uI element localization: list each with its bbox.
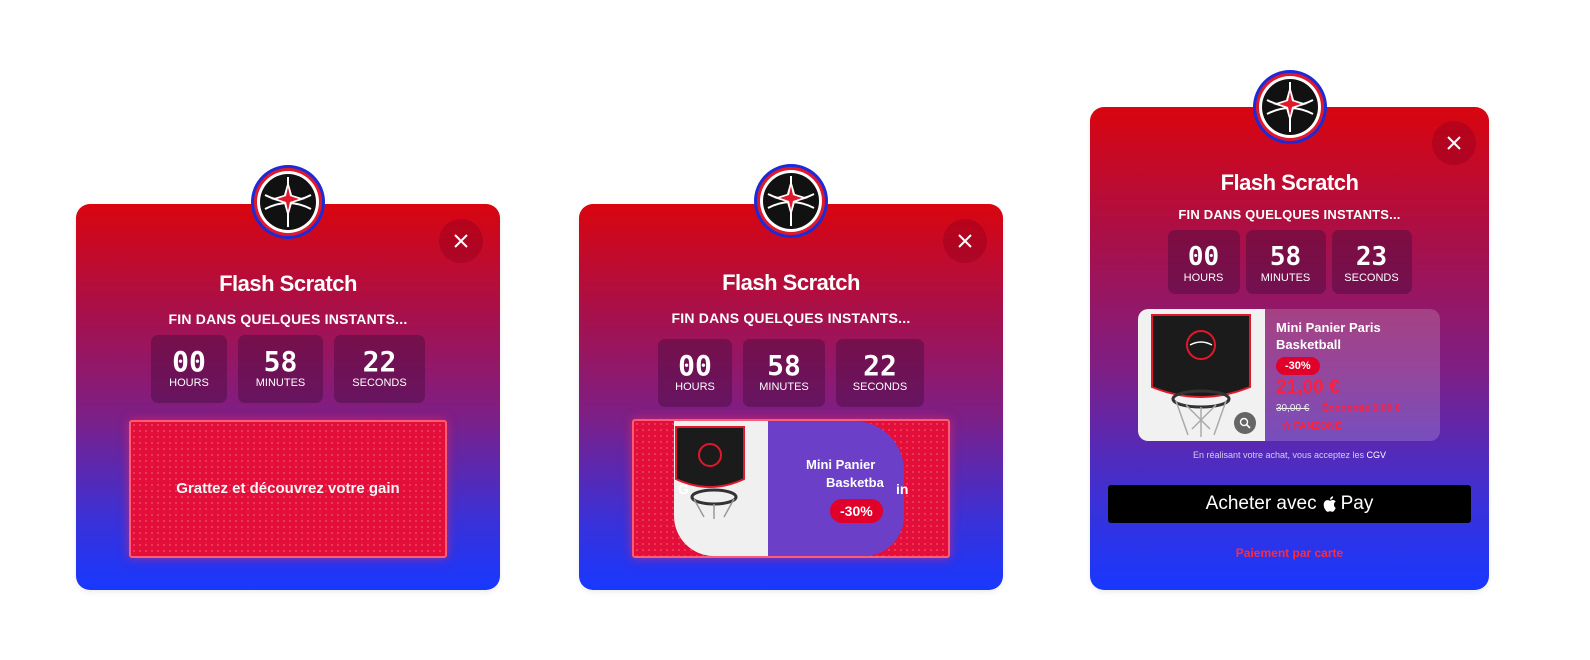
pay-button-label: Acheter avec — [1205, 493, 1317, 514]
discount-badge: -30% — [1276, 357, 1320, 375]
tag-icon: ☆ — [1282, 421, 1294, 432]
timer-seconds-value: 22 — [362, 345, 397, 378]
timer-hours: 00 HOURS — [151, 335, 227, 403]
revealed-product-name-1: Mini Panier — [806, 457, 876, 472]
product-old-price: 30,00 € — [1276, 403, 1310, 414]
close-icon — [454, 234, 468, 248]
apple-pay-button[interactable]: Acheter avec Pay — [1108, 485, 1471, 523]
timer-hours-value: 00 — [1187, 242, 1220, 272]
close-button[interactable] — [1432, 121, 1476, 165]
product-image — [1138, 309, 1265, 441]
paris-basketball-logo-icon — [763, 173, 819, 229]
timer-hours-value: 00 — [172, 345, 206, 378]
timer-hours-label: HOURS — [1183, 272, 1224, 284]
basketball-hoop-image — [675, 426, 745, 519]
card-subtitle: FIN DANS QUELQUES INSTANTS... — [671, 310, 911, 326]
legal-text: En réalisant votre achat, vous acceptez … — [1090, 450, 1489, 460]
partial-scratch-text-left: G — [678, 481, 689, 497]
legal-prefix: En réalisant votre achat, vous acceptez … — [1192, 450, 1367, 460]
zoom-button[interactable] — [1234, 412, 1256, 434]
close-icon — [958, 234, 972, 248]
countdown-timer: 00 HOURS 58 MINUTES 22 SECONDS — [76, 335, 500, 403]
timer-hours: 00 HOURS — [658, 339, 732, 407]
scratch-area-partially-revealed[interactable]: G Mini Panier Basketba in -30% — [632, 419, 950, 558]
product-price: 21,00 € — [1276, 377, 1340, 398]
zoom-icon — [1239, 417, 1251, 429]
timer-minutes: 58 MINUTES — [238, 335, 323, 403]
scratch-instruction: Grattez et découvrez votre gain — [176, 480, 400, 497]
product-savings: Économie 9,00 € — [1322, 403, 1401, 414]
close-button[interactable] — [943, 219, 987, 263]
timer-seconds-label: SECONDS — [852, 381, 908, 393]
product-tag-label: FANZONE — [1293, 421, 1342, 432]
product-name: Mini Panier Paris Basketball — [1276, 320, 1381, 352]
cgv-link[interactable]: CGV — [1367, 450, 1387, 460]
card-title: Flash Scratch — [1220, 170, 1359, 195]
card-subtitle: FIN DANS QUELQUES INSTANTS... — [1178, 207, 1401, 222]
timer-hours: 00 HOURS — [1167, 230, 1240, 294]
product-card[interactable]: Mini Panier Paris Basketball -30% 21,00 … — [1138, 309, 1440, 441]
close-button[interactable] — [439, 219, 483, 263]
timer-minutes-value: 58 — [263, 345, 298, 378]
revealed-discount-badge: -30% — [830, 499, 883, 523]
card-payment-link[interactable]: Paiement par carte — [1090, 546, 1489, 560]
timer-hours-value: 00 — [678, 349, 712, 382]
countdown-timer: 00 HOURS 58 MINUTES 23 SECONDS — [1090, 230, 1489, 294]
timer-seconds: 23 SECONDS — [1331, 230, 1412, 294]
timer-minutes-label: MINUTES — [759, 381, 809, 393]
card-title: Flash Scratch — [219, 271, 357, 296]
card-subtitle: FIN DANS QUELQUES INSTANTS... — [168, 311, 408, 327]
flash-scratch-card-3: Flash Scratch FIN DANS QUELQUES INSTANTS… — [1090, 107, 1489, 590]
timer-seconds-label: SECONDS — [352, 377, 407, 389]
paris-basketball-logo-icon — [260, 174, 316, 230]
timer-seconds-label: SECONDS — [1344, 272, 1399, 284]
pay-brand-label: Pay — [1340, 493, 1374, 514]
partial-scratch-text-right: in — [896, 481, 909, 497]
timer-seconds-value: 23 — [1355, 242, 1388, 272]
team-logo — [251, 165, 325, 239]
timer-minutes-label: MINUTES — [255, 377, 306, 389]
timer-hours-label: HOURS — [169, 377, 209, 389]
flash-scratch-card-2: Flash Scratch FIN DANS QUELQUES INSTANTS… — [579, 204, 1003, 590]
team-logo — [754, 164, 828, 238]
team-logo — [1253, 70, 1327, 144]
flash-scratch-card-1: Flash Scratch FIN DANS QUELQUES INSTANTS… — [76, 204, 500, 590]
close-icon — [1447, 136, 1461, 150]
card-title: Flash Scratch — [722, 270, 860, 295]
apple-icon — [1323, 496, 1336, 512]
timer-seconds: 22 SECONDS — [836, 339, 924, 407]
paris-basketball-logo-icon — [1262, 79, 1318, 135]
product-tag: ☆ FANZONE — [1282, 421, 1342, 432]
countdown-timer: 00 HOURS 58 MINUTES 22 SECONDS — [579, 339, 1003, 407]
timer-minutes-label: MINUTES — [1260, 272, 1311, 284]
timer-seconds: 22 SECONDS — [334, 335, 425, 403]
timer-seconds-value: 22 — [863, 349, 897, 382]
timer-minutes-value: 58 — [767, 349, 801, 382]
timer-hours-label: HOURS — [675, 381, 715, 393]
timer-minutes: 58 MINUTES — [743, 339, 825, 407]
timer-minutes: 58 MINUTES — [1245, 230, 1326, 294]
revealed-product-name-2: Basketba — [826, 475, 884, 490]
scratch-area[interactable]: Grattez et découvrez votre gain — [129, 420, 447, 558]
timer-minutes-value: 58 — [1269, 242, 1302, 272]
